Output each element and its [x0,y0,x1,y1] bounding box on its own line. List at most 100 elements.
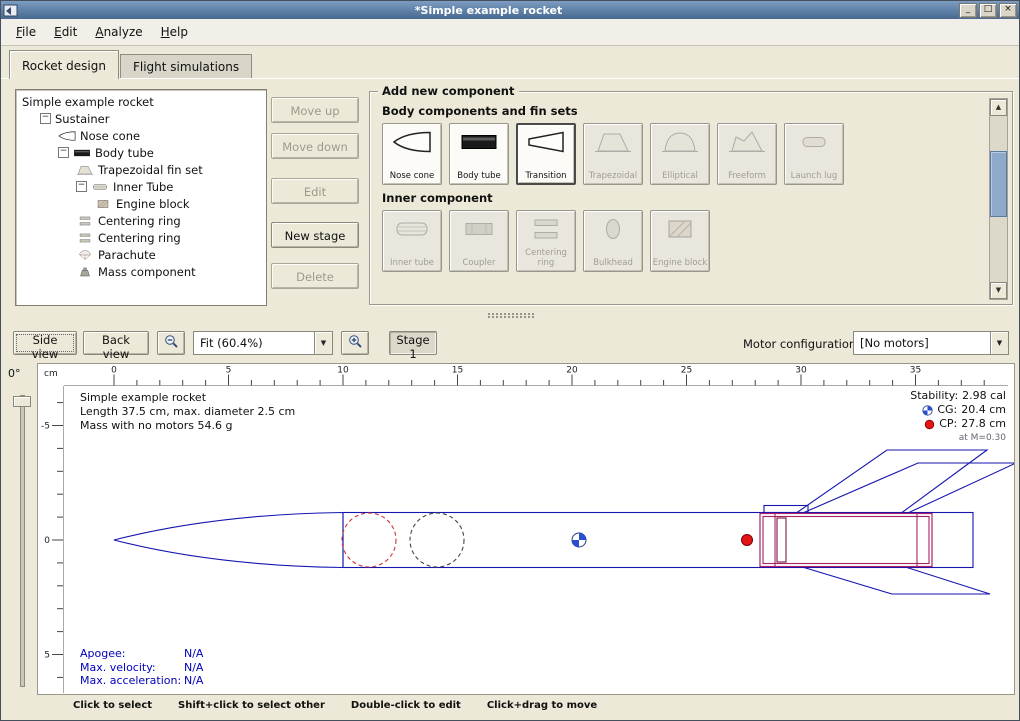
rotation-slider-track[interactable] [20,395,25,687]
maximize-button[interactable]: □ [979,3,997,18]
tree-item-engine-block[interactable]: Engine block [16,195,266,212]
menu-help[interactable]: Help [152,21,197,43]
tree-expander-icon[interactable]: − [58,147,69,158]
engine-block-icon [660,216,700,242]
back-view-button[interactable]: Back view [83,331,149,355]
tree-item-nose-cone[interactable]: Nose cone [16,127,266,144]
stage-1-toggle[interactable]: Stage 1 [389,331,437,355]
component-button-freeform: Freeform [717,123,777,185]
horizontal-ruler: 05101520253035 [64,366,1008,386]
parachute-marker[interactable] [342,513,396,567]
flight-stat-label: Apogee: [80,647,184,661]
delete-button: Delete [271,263,359,289]
ruler-tick-label: 5 [44,651,50,661]
tree-expander-icon[interactable]: − [40,113,51,124]
tree-item-body-tube[interactable]: −Body tube [16,144,266,161]
chevron-down-icon[interactable]: ▼ [314,332,332,354]
menu-analyze[interactable]: Analyze [86,21,151,43]
component-button-label: Body tube [457,172,501,181]
fin-elliptical-icon [660,129,700,155]
motor-mount[interactable] [760,514,932,567]
menubar: FileEditAnalyzeHelp [1,19,1019,46]
ruler-tick-label: 30 [795,366,807,376]
tree-item-label: Centering ring [98,231,181,245]
scrollbar-thumb[interactable] [990,151,1007,217]
menu-file[interactable]: File [7,21,45,43]
splitter-handle[interactable] [488,312,534,320]
fin-trapezoidal-icon [593,129,633,155]
component-button-engine-block: Engine block [650,210,710,272]
menu-edit[interactable]: Edit [45,21,86,43]
component-button-row: Inner tubeCouplerCentering ringBulkheadE… [382,210,986,272]
scroll-up-icon[interactable]: ▲ [990,99,1007,116]
component-button-label: Trapezoidal [589,172,637,181]
mass-icon [76,266,94,278]
component-button-nose-cone[interactable]: Nose cone [382,123,442,185]
centering-ring-icon [76,232,94,244]
tree-item-sustainer[interactable]: −Sustainer [16,110,266,127]
fin-freeform-icon [727,129,767,155]
fin-freeform-icon [727,129,767,158]
fin-elliptical-icon [660,129,700,158]
component-button-centering-ring: Centering ring [516,210,576,272]
rocket-length: Length 37.5 cm, max. diameter 2.5 cm [80,405,295,419]
tree-item-trapezoidal-fin-set[interactable]: Trapezoidal fin set [16,161,266,178]
zoom-in-button[interactable] [341,331,369,355]
tree-item-parachute[interactable]: Parachute [16,246,266,263]
centering-ring-icon [76,215,94,227]
tree-item-centering-ring[interactable]: Centering ring [16,212,266,229]
status-hints: Click to selectShift+click to select oth… [73,700,597,711]
zoom-out-button[interactable] [157,331,185,355]
component-button-body-tube[interactable]: Body tube [449,123,509,185]
fin-upper-far[interactable] [804,463,1014,513]
cp-label: CP: [939,417,957,431]
tree-item-label: Sustainer [55,112,109,126]
ruler-tick-label: 0 [111,366,117,376]
tree-item-label: Parachute [98,248,156,262]
tree-item-label: Simple example rocket [22,95,154,109]
component-tree[interactable]: Simple example rocket−SustainerNose cone… [15,89,267,306]
component-button-transition[interactable]: Transition [516,123,576,185]
component-button-row: Nose coneBody tubeTransitionTrapezoidalE… [382,123,986,185]
tree-item-centering-ring[interactable]: Centering ring [16,229,266,246]
cp-value: 27.8 cm [961,417,1006,431]
zoom-select[interactable]: Fit (60.4%) ▼ [193,331,333,355]
chevron-down-icon[interactable]: ▼ [990,332,1008,354]
side-view-button[interactable]: Side view [13,331,77,355]
coupler-icon [459,216,499,245]
body-tube-icon [73,147,91,159]
title-bar[interactable]: *Simple example rocket _ □ × [1,1,1019,19]
nose-cone-outline[interactable] [114,513,343,568]
tree-expander-icon[interactable]: − [76,181,87,192]
flight-stat-value: N/A [184,647,203,661]
fin-trapezoidal-icon [593,129,633,158]
engine-block-icon [94,198,112,210]
ruler-unit-label: cm [44,369,58,379]
hint-shift-click-to-select-other: Shift+click to select other [178,700,325,711]
component-button-label: Inner tube [390,259,434,268]
component-scrollbar[interactable]: ▲ ▼ [989,98,1008,300]
engine-block-icon [94,198,112,210]
component-button-label: Freeform [728,172,766,181]
ruler-tick-label: 20 [566,366,578,376]
launch-lug-icon [794,129,834,158]
minimize-button[interactable]: _ [959,3,977,18]
tab-rocket-design[interactable]: Rocket design [9,50,119,79]
tree-item-inner-tube[interactable]: −Inner Tube [16,178,266,195]
rotation-slider-thumb[interactable] [13,396,31,407]
mass-component-marker[interactable] [410,513,464,567]
motor-configuration-select[interactable]: [No motors] ▼ [853,331,1009,355]
tree-item-simple-example-rocket[interactable]: Simple example rocket [16,93,266,110]
component-button-label: Bulkhead [593,259,633,268]
tab-flight-simulations[interactable]: Flight simulations [120,54,252,79]
rocket-drawing[interactable] [114,450,1014,594]
nose-cone-icon [392,129,432,158]
rocket-canvas[interactable]: 05101520253035 -505 cm [37,363,1015,695]
tree-item-mass-component[interactable]: Mass component [16,263,266,280]
fin-lower[interactable] [804,568,990,595]
body-tube-outline[interactable] [343,513,973,568]
inner-tube-icon [91,181,109,193]
new-stage-button[interactable]: New stage [271,222,359,248]
close-button[interactable]: × [999,3,1017,18]
scroll-down-icon[interactable]: ▼ [990,282,1007,299]
